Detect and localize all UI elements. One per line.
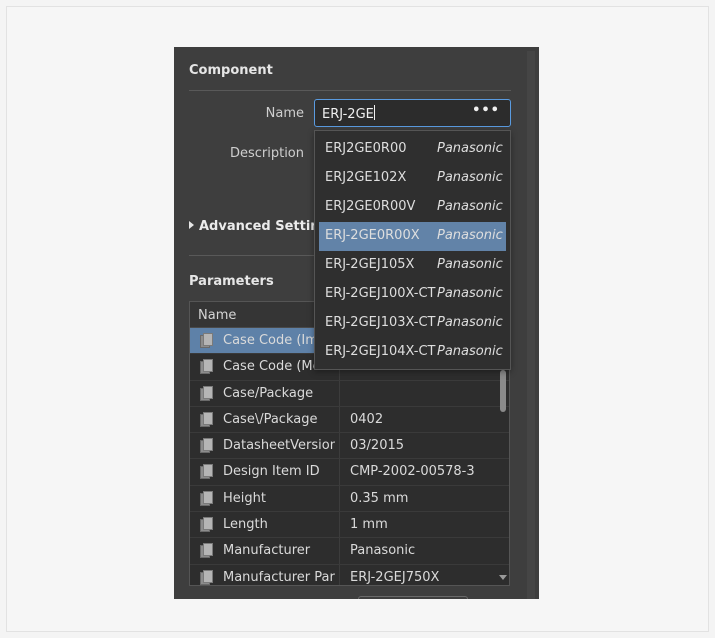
document-stack-icon (200, 438, 213, 454)
list-item[interactable]: ERJ-2GE0R00X Panasonic (319, 222, 506, 251)
suggestion-part-number: ERJ2GE102X (325, 170, 407, 185)
table-row[interactable]: Height 0.35 mm (190, 485, 509, 513)
column-divider (339, 406, 340, 433)
suggestion-part-number: ERJ2GE0R00 (325, 141, 407, 156)
parameter-name: DatasheetVersion (223, 438, 335, 454)
suggestion-manufacturer: Panasonic (437, 257, 503, 272)
partial-button[interactable] (358, 596, 468, 599)
parameter-value[interactable]: 0402 (350, 412, 480, 427)
component-divider (189, 90, 511, 91)
parameter-name: Case/Package (223, 385, 314, 401)
document-stack-icon (200, 569, 213, 585)
parameter-value[interactable]: CMP-2002-00578-3 (350, 464, 480, 479)
table-row[interactable]: Case\/Package 0402 (190, 406, 509, 434)
document-stack-icon (200, 359, 213, 375)
document-stack-icon (200, 385, 213, 401)
document-stack-icon (200, 490, 213, 506)
component-section-title: Component (189, 63, 273, 78)
suggestion-manufacturer: Panasonic (437, 170, 503, 185)
column-divider (339, 380, 340, 406)
suggestion-part-number: ERJ2GE0R00V (325, 199, 416, 214)
column-divider (339, 538, 340, 564)
suggestion-part-number: ERJ-2GE0R00X (325, 228, 420, 243)
list-item[interactable]: ERJ2GE102X Panasonic (319, 164, 506, 193)
part-suggestions-dropdown: ERJ2GE0R00 Panasonic ERJ2GE102X Panasoni… (314, 130, 511, 370)
parameter-value[interactable]: 1 mm (350, 517, 480, 532)
table-row[interactable]: Case/Package (190, 380, 509, 407)
name-label: Name (265, 106, 304, 121)
parameter-value[interactable]: 0.35 mm (350, 491, 480, 506)
panel-scrollbar[interactable] (527, 51, 535, 599)
suggestion-part-number: ERJ-2GEJ100X-CT (325, 286, 436, 301)
table-row[interactable]: Length 1 mm (190, 512, 509, 539)
parameter-value[interactable]: 03/2015 (350, 438, 480, 453)
suggestion-list: ERJ2GE0R00 Panasonic ERJ2GE102X Panasoni… (315, 131, 510, 367)
scroll-down-arrow-icon[interactable] (499, 575, 507, 580)
text-caret (373, 105, 375, 120)
parameter-name: Design Item ID (223, 464, 320, 480)
parameter-name: Height (223, 490, 266, 506)
parameter-name: Manufacturer (223, 543, 311, 559)
column-header-name[interactable]: Name (198, 308, 236, 323)
suggestion-part-number: ERJ-2GEJ104X-CT (325, 344, 436, 359)
list-item[interactable]: ERJ-2GEJ104X-CT Panasonic (319, 338, 506, 367)
more-options-icon[interactable]: ••• (472, 103, 500, 118)
list-item[interactable]: ERJ2GE0R00 Panasonic (319, 135, 506, 164)
parameter-name: Case\/Package (223, 411, 318, 427)
suggestion-manufacturer: Panasonic (437, 286, 503, 301)
suggestion-manufacturer: Panasonic (437, 199, 503, 214)
column-divider (339, 433, 340, 459)
column-divider (339, 564, 340, 585)
parameter-value[interactable]: Panasonic (350, 543, 480, 558)
document-stack-icon (200, 517, 213, 533)
scrollbar-thumb[interactable] (500, 370, 506, 412)
name-input[interactable]: ERJ-2GE ••• (314, 99, 511, 127)
name-input-value: ERJ-2GE (322, 107, 374, 122)
table-row[interactable]: Manufacturer Part Number ERJ-2GEJ750X (190, 564, 509, 585)
table-row[interactable]: Manufacturer Panasonic (190, 538, 509, 565)
suggestion-manufacturer: Panasonic (437, 228, 503, 243)
list-item[interactable]: ERJ-2GEJ103X-CT Panasonic (319, 309, 506, 338)
document-stack-icon (200, 333, 213, 348)
parameters-section-title: Parameters (189, 274, 274, 289)
document-stack-icon (200, 464, 213, 480)
expand-triangle-icon (189, 221, 194, 229)
list-item[interactable]: ERJ2GE0R00V Panasonic (319, 193, 506, 222)
suggestion-part-number: ERJ-2GEJ103X-CT (325, 315, 436, 330)
suggestion-part-number: ERJ-2GEJ105X (325, 257, 415, 272)
document-stack-icon (200, 543, 213, 559)
document-stack-icon (200, 411, 213, 427)
column-divider (339, 485, 340, 512)
suggestion-manufacturer: Panasonic (437, 315, 503, 330)
suggestion-manufacturer: Panasonic (437, 141, 503, 156)
table-row[interactable]: Design Item ID CMP-2002-00578-3 (190, 459, 509, 486)
column-divider (339, 459, 340, 485)
suggestion-manufacturer: Panasonic (437, 344, 503, 359)
column-divider (339, 512, 340, 538)
list-item[interactable]: ERJ-2GEJ105X Panasonic (319, 251, 506, 280)
description-label: Description (229, 146, 304, 161)
parameter-name: Manufacturer Part Number (223, 569, 335, 585)
parameter-value[interactable]: ERJ-2GEJ750X (350, 570, 480, 585)
parameter-name: Length (223, 517, 268, 533)
table-row[interactable]: DatasheetVersion 03/2015 (190, 433, 509, 460)
list-item[interactable]: ERJ-2GEJ100X-CT Panasonic (319, 280, 506, 309)
